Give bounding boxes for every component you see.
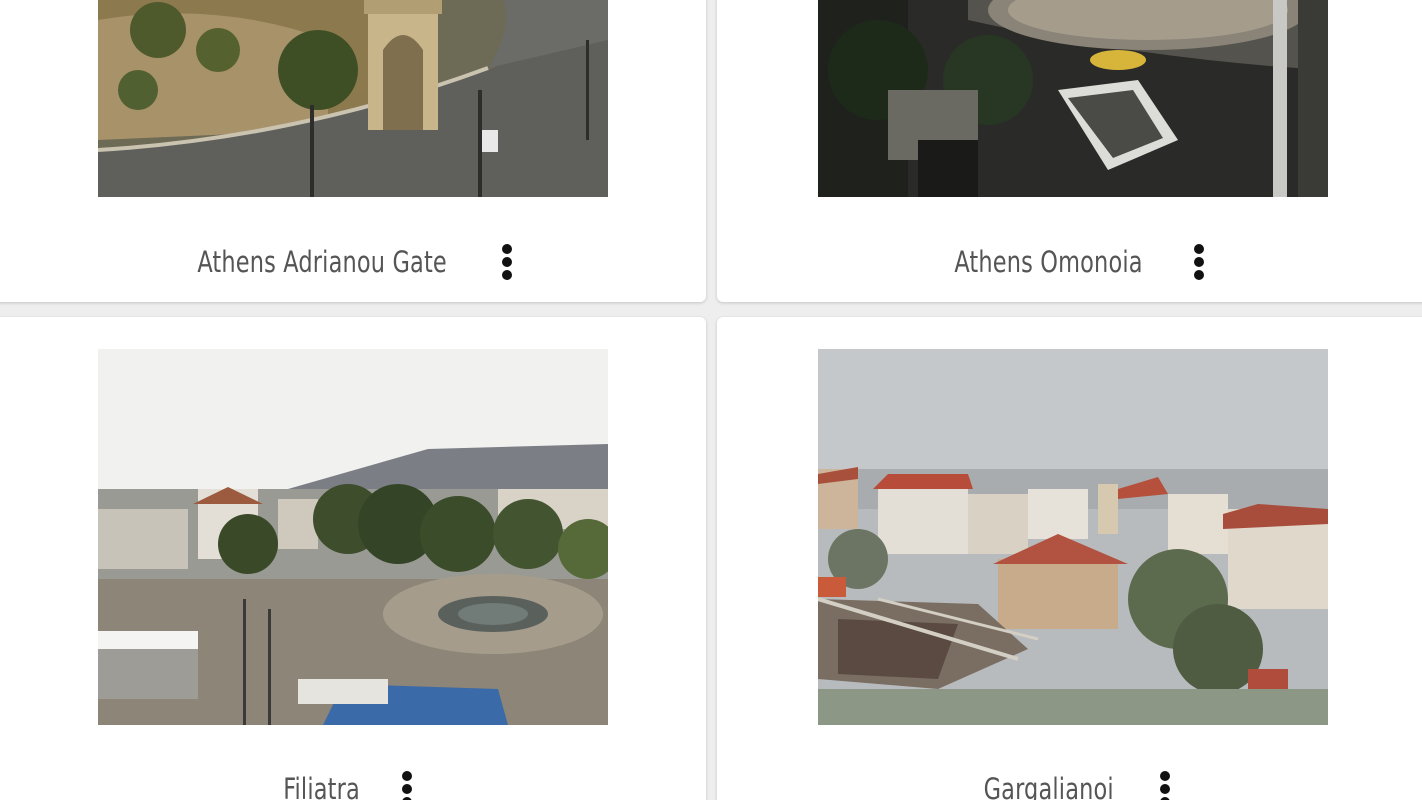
webcam-caption: Filiatra bbox=[0, 764, 706, 800]
menu-dot bbox=[1193, 257, 1204, 267]
webcam-card[interactable]: Gargalianoi bbox=[717, 317, 1422, 800]
menu-dot bbox=[502, 270, 513, 280]
webcam-card[interactable]: Athens Adrianou Gate bbox=[0, 0, 706, 302]
webcam-title[interactable]: Athens Adrianou Gate bbox=[197, 245, 447, 279]
menu-dot bbox=[401, 784, 412, 794]
more-vert-icon[interactable] bbox=[495, 240, 519, 284]
webcam-thumbnail[interactable] bbox=[818, 0, 1328, 197]
menu-dot bbox=[502, 257, 513, 267]
menu-dot bbox=[502, 244, 513, 254]
webcam-caption: Athens Omonoia bbox=[717, 237, 1422, 287]
menu-dot bbox=[401, 771, 412, 781]
more-vert-icon[interactable] bbox=[1187, 240, 1211, 284]
webcam-thumbnail[interactable] bbox=[818, 349, 1328, 725]
more-vert-icon[interactable] bbox=[395, 767, 419, 800]
webcam-thumbnail[interactable] bbox=[98, 349, 608, 725]
menu-dot bbox=[1159, 784, 1170, 794]
webcam-thumbnail[interactable] bbox=[98, 0, 608, 197]
webcam-card[interactable]: Filiatra bbox=[0, 317, 706, 800]
menu-dot bbox=[1159, 771, 1170, 781]
menu-dot bbox=[1193, 244, 1204, 254]
webcam-title[interactable]: Athens Omonoia bbox=[955, 245, 1143, 279]
webcam-caption: Athens Adrianou Gate bbox=[0, 237, 706, 287]
more-vert-icon[interactable] bbox=[1153, 767, 1177, 800]
webcam-card[interactable]: Athens Omonoia bbox=[717, 0, 1422, 302]
webcam-caption: Gargalianoi bbox=[717, 764, 1422, 800]
webcam-grid: Athens Adrianou Gate Athens Omonoia Fili… bbox=[0, 0, 1422, 800]
webcam-title[interactable]: Filiatra bbox=[284, 772, 361, 800]
menu-dot bbox=[1193, 270, 1204, 280]
webcam-title[interactable]: Gargalianoi bbox=[984, 772, 1114, 800]
